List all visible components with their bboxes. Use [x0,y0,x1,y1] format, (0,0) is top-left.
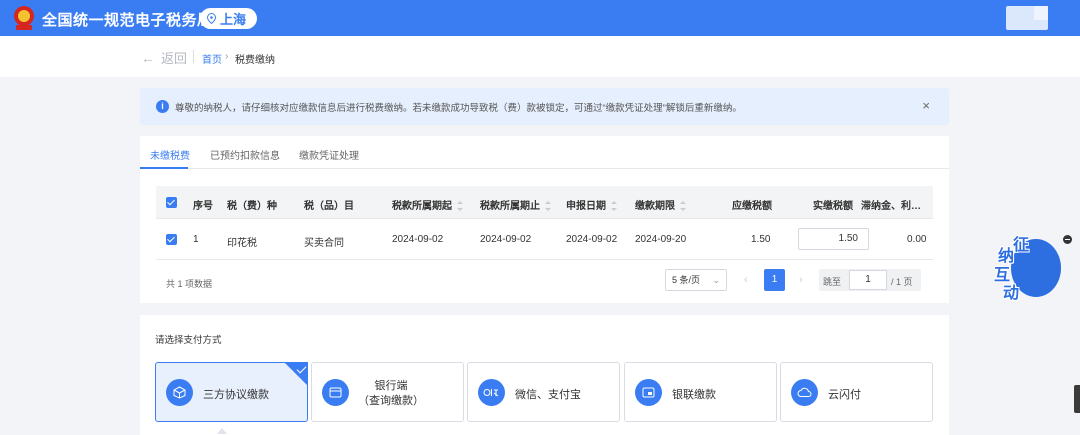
minimize-icon[interactable] [1063,235,1072,244]
table-header: 序号 税（费）种 税（品）目 税款所属期起 税款所属期止 申报日期 缴款期限 应… [156,186,933,219]
row-checkbox[interactable] [166,234,177,245]
col-item: 税（品）目 [304,201,354,212]
page-number-current[interactable]: 1 [764,269,785,291]
sort-icon [545,201,551,212]
notice-text: 尊敬的纳税人，请仔细核对应缴款信息后进行税费缴纳。若未缴款成功导致税（费）款被锁… [175,103,742,114]
pay-option-label: 微信、支付宝 [515,389,581,401]
sort-icon [611,201,617,212]
page-jumper: 跳至 1 / 1 页 [819,269,921,291]
breadcrumb-current: 税费缴纳 [235,55,275,66]
pay-option-label-line1: 银行端 [374,380,408,392]
cell-index: 1 [193,234,199,245]
next-page-button[interactable]: › [799,274,803,286]
cloud-pay-icon [791,379,818,406]
cell-deadline: 2024-09-20 [635,234,687,245]
top-header: 全国统一规范电子税务局 上海 [0,0,1080,36]
tab-active-indicator [140,167,188,169]
jump-label: 跳至 [823,277,842,287]
select-all-checkbox[interactable] [166,197,177,208]
jump-page-input[interactable]: 1 [849,270,887,290]
back-arrow-icon: ← [141,49,155,66]
col-tax-type: 税（费）种 [227,201,277,212]
col-deadline[interactable]: 缴款期限 [635,197,686,212]
page-size-value: 5 条/页 [672,275,701,285]
payment-title: 请选择支付方式 [155,335,222,346]
paid-amount-input[interactable]: 1.50 [798,228,869,250]
side-edge-tab[interactable] [1074,385,1080,413]
col-deadline-label: 缴款期限 [635,201,675,212]
prev-page-button[interactable]: ‹ [744,274,748,286]
pay-option-label: 云闪付 [828,389,861,401]
region-label: 上海 [220,12,247,27]
unionpay-icon [635,379,662,406]
info-icon: i [156,100,169,113]
user-avatar[interactable] [1006,6,1048,30]
emblem-icon [14,6,34,30]
wechat-alipay-icon [478,379,505,406]
tab-bar: 未缴税费 已预约扣款信息 缴款凭证处理 [140,136,949,169]
cell-period-start: 2024-09-02 [392,234,444,245]
site-title: 全国统一规范电子税务局 [42,12,213,29]
breadcrumb-home-link[interactable]: 首页 [202,51,222,66]
col-declare-date-label: 申报日期 [566,201,606,212]
selection-pointer [217,428,227,434]
payment-method-card: 请选择支付方式 三方协议缴款 银行端 （查询缴款） 微信、支付宝 银联缴款 云闪… [140,315,949,435]
assistant-widget[interactable]: 征 纳 互 动 [985,231,1065,303]
breadcrumb-bar: ← 返回 首页 › 税费缴纳 [0,36,1080,77]
tab-voucher-processing[interactable]: 缴款凭证处理 [299,147,359,162]
sort-icon [680,201,686,212]
cell-due-amount: 1.50 [751,234,771,245]
pay-option-label: 银行端 （查询缴款） [358,379,424,409]
assistant-char: 动 [1003,285,1020,302]
cell-penalty: 0.00 [907,234,927,245]
total-pages: / 1 页 [891,277,913,287]
breadcrumb-separator: › [225,51,229,62]
assistant-char: 征 [1013,237,1030,254]
cell-item: 买卖合同 [304,238,344,249]
cell-period-end: 2024-09-02 [480,234,532,245]
pay-option-unionpay[interactable]: 银联缴款 [624,362,777,422]
col-paid-amount: 实缴税额 [813,201,853,212]
col-period-end-label: 税款所属期止 [480,201,540,212]
close-icon[interactable]: × [922,98,930,113]
tab-unpaid[interactable]: 未缴税费 [150,147,190,162]
back-button[interactable]: ← 返回 [141,48,187,67]
col-penalty: 滞纳金、利… [861,201,921,212]
col-period-end[interactable]: 税款所属期止 [480,197,551,212]
pay-option-label: 三方协议缴款 [203,389,269,401]
pay-option-label-line2: （查询缴款） [358,395,424,407]
bank-card-icon [322,379,349,406]
tax-payment-card: 未缴税费 已预约扣款信息 缴款凭证处理 序号 税（费）种 税（品）目 税款所属期… [140,136,949,303]
col-period-start-label: 税款所属期起 [392,201,452,212]
pay-option-cloud-pay[interactable]: 云闪付 [780,362,933,422]
pay-option-label: 银联缴款 [672,389,716,401]
col-period-start[interactable]: 税款所属期起 [392,197,463,212]
page-size-select[interactable]: 5 条/页 ⌄ [665,269,727,291]
back-label: 返回 [161,51,188,66]
sort-icon [457,201,463,212]
divider [193,50,194,63]
pay-option-tripartite[interactable]: 三方协议缴款 [155,362,308,422]
box-icon [166,379,193,406]
region-selector[interactable]: 上海 [200,8,257,29]
total-count: 共 1 项数据 [166,279,213,289]
tab-scheduled-debit[interactable]: 已预约扣款信息 [210,147,280,162]
table-row[interactable]: 1 印花税 买卖合同 2024-09-02 2024-09-02 2024-09… [156,219,933,260]
cell-declare-date: 2024-09-02 [566,234,618,245]
location-pin-icon [207,13,216,24]
col-index: 序号 [193,201,213,212]
cell-tax-type: 印花税 [227,238,257,249]
chevron-down-icon: ⌄ [712,275,720,285]
pay-option-wechat-alipay[interactable]: 微信、支付宝 [467,362,620,422]
col-declare-date[interactable]: 申报日期 [566,197,617,212]
col-due-amount: 应缴税额 [732,201,772,212]
pay-option-bank[interactable]: 银行端 （查询缴款） [311,362,464,422]
notice-banner: i 尊敬的纳税人，请仔细核对应缴款信息后进行税费缴纳。若未缴款成功导致税（费）款… [140,88,949,125]
